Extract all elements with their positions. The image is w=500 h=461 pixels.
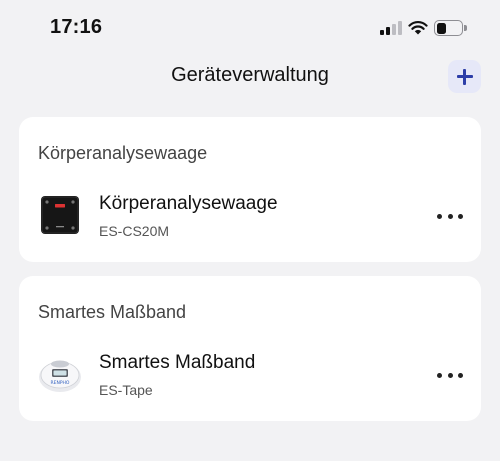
battery-icon	[434, 20, 468, 36]
page-title: Geräteverwaltung	[171, 64, 329, 86]
wifi-icon	[408, 21, 428, 35]
section-header: Körperanalysewaage	[38, 143, 208, 163]
ellipsis-icon	[437, 372, 442, 378]
body-scale-image	[41, 196, 79, 234]
device-card-measuring-tape: Smartes Maßband RENPHO Smartes Maßband E…	[19, 276, 481, 421]
status-bar: 17:16	[0, 0, 500, 56]
add-device-button[interactable]	[448, 60, 481, 93]
device-name: Körperanalysewaage	[99, 193, 278, 214]
device-model: ES-CS20M	[99, 223, 170, 239]
svg-text:RENPHO: RENPHO	[51, 380, 70, 386]
device-row-body-scale[interactable]: Körperanalysewaage ES-CS20M	[19, 179, 481, 251]
more-options-button[interactable]	[435, 362, 465, 388]
section-header: Smartes Maßband	[38, 302, 187, 322]
status-time: 17:16	[50, 16, 103, 38]
device-card-body-scale: Körperanalysewaage Körperanalysewaage ES…	[19, 117, 481, 262]
device-row-measuring-tape[interactable]: RENPHO Smartes Maßband ES-Tape	[19, 338, 481, 410]
measuring-tape-image: RENPHO	[39, 360, 81, 392]
device-name: Smartes Maßband	[99, 352, 256, 373]
more-options-button[interactable]	[435, 203, 465, 229]
ellipsis-icon	[437, 213, 442, 219]
cellular-signal-icon	[380, 21, 402, 35]
device-model: ES-Tape	[99, 382, 153, 398]
